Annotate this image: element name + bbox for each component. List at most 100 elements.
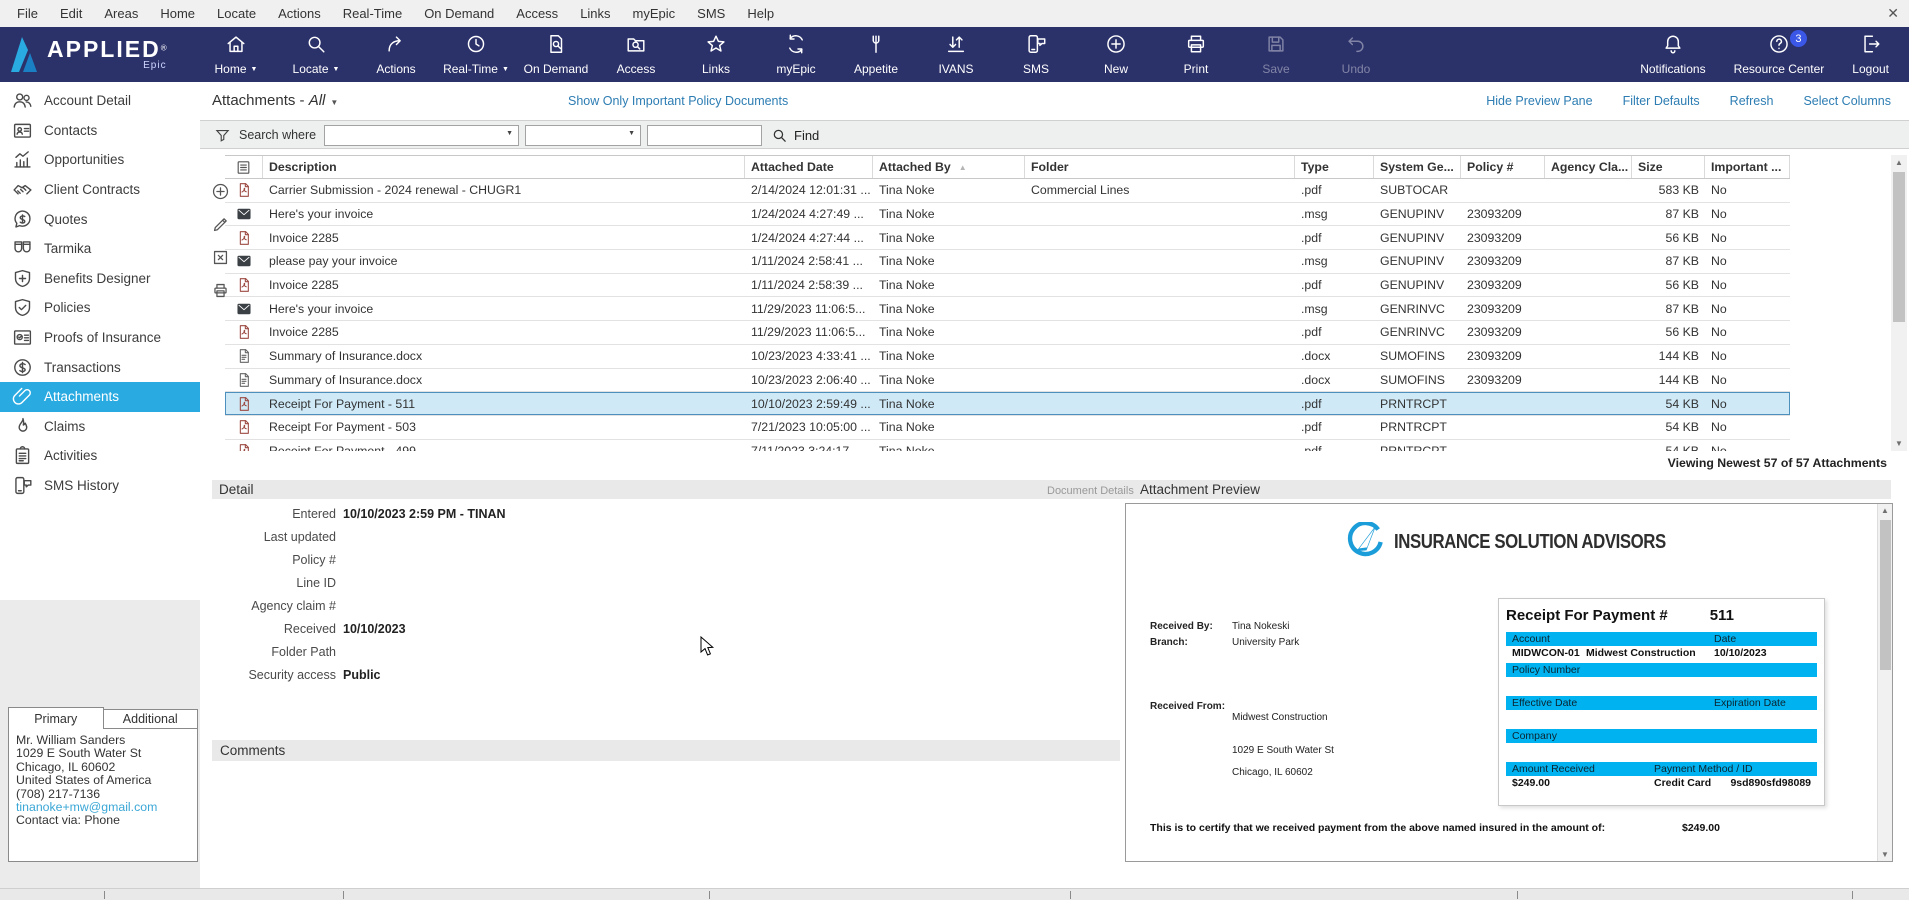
find-button[interactable]: Find: [794, 128, 819, 143]
toolbar-button-appetite[interactable]: Appetite: [836, 27, 916, 82]
column-header-system-ge-[interactable]: System Ge...: [1374, 156, 1461, 178]
column-header-size[interactable]: Size: [1632, 156, 1705, 178]
bell-icon: [1662, 33, 1684, 58]
toolbar-button-label: IVANS: [938, 62, 973, 76]
table-row[interactable]: Invoice 228511/29/2023 11:06:5...Tina No…: [225, 321, 1790, 345]
toolbar-button-logout[interactable]: Logout: [1838, 27, 1903, 82]
preview-scroll-down-icon[interactable]: ▼: [1878, 850, 1892, 859]
toolbar-button-new[interactable]: New: [1076, 27, 1156, 82]
search-operator-select[interactable]: [525, 125, 641, 146]
scroll-down-icon[interactable]: ▼: [1891, 436, 1907, 451]
scrollbar-thumb[interactable]: [1893, 172, 1905, 322]
scroll-up-icon[interactable]: ▲: [1891, 155, 1907, 170]
table-cell: Here's your invoice: [263, 302, 745, 316]
sidebar-item-tarmika[interactable]: Tarmika: [0, 234, 200, 264]
sidebar-item-proofs-of-insurance[interactable]: Proofs of Insurance: [0, 323, 200, 353]
table-row[interactable]: Here's your invoice1/24/2024 4:27:49 ...…: [225, 203, 1790, 227]
toolbar-button-on-demand[interactable]: On Demand: [516, 27, 596, 82]
toolbar-button-home[interactable]: Home▼: [196, 27, 276, 82]
menu-item-real-time[interactable]: Real-Time: [332, 0, 413, 27]
column-header-description[interactable]: Description: [263, 156, 745, 178]
chevron-down-icon[interactable]: ▼: [333, 66, 340, 73]
page-title[interactable]: Attachments - All▼: [212, 92, 338, 109]
menu-item-areas[interactable]: Areas: [93, 0, 149, 27]
sidebar-item-transactions[interactable]: Transactions: [0, 352, 200, 382]
table-row[interactable]: Summary of Insurance.docx10/23/2023 2:06…: [225, 369, 1790, 393]
toolbar-button-notifications[interactable]: Notifications: [1626, 27, 1719, 82]
sidebar-item-activities[interactable]: Activities: [0, 441, 200, 471]
preview-scrollbar-thumb[interactable]: [1880, 520, 1891, 670]
sidebar-item-opportunities[interactable]: Opportunities: [0, 145, 200, 175]
sidebar-item-benefits-designer[interactable]: Benefits Designer: [0, 264, 200, 294]
menu-item-on-demand[interactable]: On Demand: [413, 0, 505, 27]
menu-item-myepic[interactable]: myEpic: [622, 0, 687, 27]
column-header-type[interactable]: Type: [1295, 156, 1374, 178]
show-important-link[interactable]: Show Only Important Policy Documents: [568, 94, 788, 108]
toolbar-button-sms[interactable]: SMS: [996, 27, 1076, 82]
column-header-policy-[interactable]: Policy #: [1461, 156, 1545, 178]
table-row[interactable]: Invoice 22851/24/2024 4:27:44 ...Tina No…: [225, 226, 1790, 250]
column-header-folder[interactable]: Folder: [1025, 156, 1295, 178]
menu-item-actions[interactable]: Actions: [267, 0, 332, 27]
menu-item-file[interactable]: File: [6, 0, 49, 27]
column-header-important-[interactable]: Important ...: [1705, 156, 1790, 178]
preview-scroll-up-icon[interactable]: ▲: [1878, 506, 1892, 515]
toolbar-button-print[interactable]: Print: [1156, 27, 1236, 82]
document-details-label[interactable]: Document Details: [1047, 485, 1134, 497]
find-search-icon[interactable]: [771, 127, 788, 144]
sidebar-item-sms-history[interactable]: SMS History: [0, 471, 200, 501]
toolbar-button-ivans[interactable]: IVANS: [916, 27, 996, 82]
menu-item-sms[interactable]: SMS: [686, 0, 736, 27]
table-row[interactable]: please pay your invoice1/11/2024 2:58:41…: [225, 250, 1790, 274]
chevron-down-icon[interactable]: ▼: [251, 66, 258, 73]
sidebar-item-label: Opportunities: [44, 152, 124, 167]
table-row[interactable]: Receipt For Payment - 5037/21/2023 10:05…: [225, 416, 1790, 440]
sidebar-item-account-detail[interactable]: Account Detail: [0, 86, 200, 116]
select-columns-icon[interactable]: [225, 156, 263, 178]
menu-item-edit[interactable]: Edit: [49, 0, 93, 27]
toolbar-button-access[interactable]: Access: [596, 27, 676, 82]
table-row[interactable]: Carrier Submission - 2024 renewal - CHUG…: [225, 179, 1790, 203]
column-header-agency-cla-[interactable]: Agency Cla...: [1545, 156, 1632, 178]
header-link-filter-defaults[interactable]: Filter Defaults: [1623, 94, 1700, 108]
toolbar-button-actions[interactable]: Actions: [356, 27, 436, 82]
menu-item-home[interactable]: Home: [149, 0, 206, 27]
search-field-select[interactable]: [324, 125, 519, 146]
header-link-select-columns[interactable]: Select Columns: [1803, 94, 1891, 108]
table-scrollbar[interactable]: ▲ ▼: [1891, 155, 1907, 451]
preview-scrollbar[interactable]: ▲ ▼: [1877, 504, 1892, 861]
tab-additional[interactable]: Additional: [104, 709, 199, 729]
sidebar-item-attachments[interactable]: Attachments: [0, 382, 200, 412]
header-link-refresh[interactable]: Refresh: [1730, 94, 1774, 108]
table-row[interactable]: Receipt For Payment - 51110/10/2023 2:59…: [225, 392, 1790, 416]
tab-primary[interactable]: Primary: [8, 707, 104, 729]
table-row[interactable]: Here's your invoice11/29/2023 11:06:5...…: [225, 297, 1790, 321]
sidebar-item-contacts[interactable]: Contacts: [0, 116, 200, 146]
sidebar-item-client-contracts[interactable]: Client Contracts: [0, 175, 200, 205]
toolbar-button-resource-center[interactable]: 3Resource Center: [1720, 27, 1839, 82]
sidebar-item-policies[interactable]: Policies: [0, 293, 200, 323]
chevron-down-icon[interactable]: ▼: [502, 66, 509, 73]
table-row[interactable]: Receipt For Payment - 4997/11/2023 3:24:…: [225, 440, 1790, 451]
column-header-attached-date[interactable]: Attached Date: [745, 156, 873, 178]
toolbar-button-myepic[interactable]: myEpic: [756, 27, 836, 82]
sidebar-item-quotes[interactable]: Quotes: [0, 204, 200, 234]
table-row[interactable]: Summary of Insurance.docx10/23/2023 4:33…: [225, 345, 1790, 369]
toolbar-button-locate[interactable]: Locate▼: [276, 27, 356, 82]
toolbar-button-links[interactable]: Links: [676, 27, 756, 82]
header-link-hide-preview-pane[interactable]: Hide Preview Pane: [1486, 94, 1592, 108]
table-cell: Tina Noke: [873, 444, 1025, 451]
table-row[interactable]: Invoice 22851/11/2024 2:58:39 ...Tina No…: [225, 274, 1790, 298]
menu-item-locate[interactable]: Locate: [206, 0, 267, 27]
chevron-down-icon[interactable]: ▼: [330, 98, 338, 107]
sidebar-item-claims[interactable]: Claims: [0, 412, 200, 442]
menu-item-help[interactable]: Help: [736, 0, 785, 27]
close-icon[interactable]: ✕: [1887, 0, 1899, 27]
menu-item-links[interactable]: Links: [569, 0, 621, 27]
bottom-splitter-bar[interactable]: [0, 888, 1909, 900]
column-header-attached-by[interactable]: Attached By▲: [873, 156, 1025, 178]
toolbar-button-real-time[interactable]: Real-Time▼: [436, 27, 516, 82]
search-value-input[interactable]: [647, 125, 762, 146]
menu-item-access[interactable]: Access: [505, 0, 569, 27]
contact-email-link[interactable]: tinanoke+mw@gmail.com: [16, 801, 190, 814]
